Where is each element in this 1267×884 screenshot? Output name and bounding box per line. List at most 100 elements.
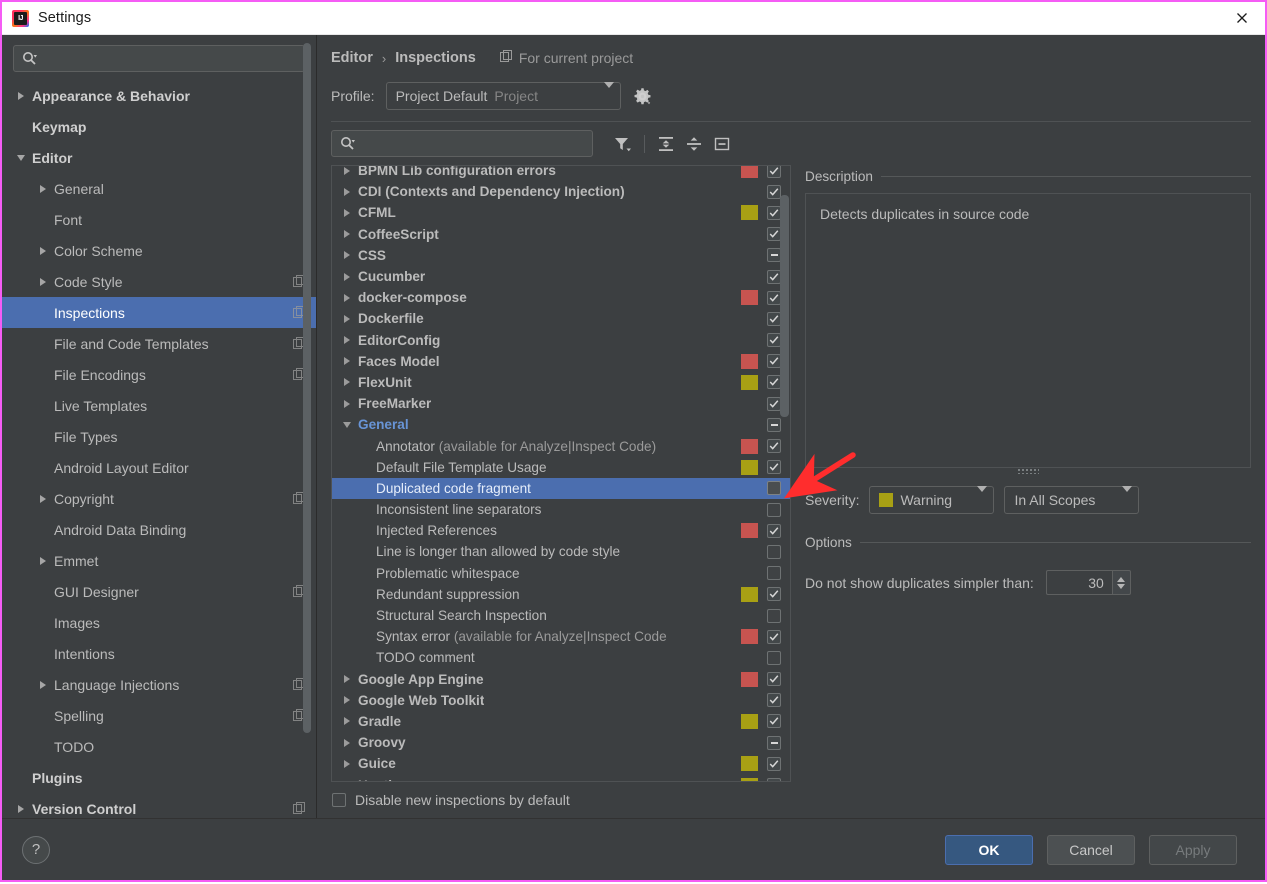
row-checkbox[interactable] xyxy=(767,227,781,242)
tree-row[interactable]: Dockerfile xyxy=(332,308,790,329)
sidebar-item-file-types[interactable]: File Types xyxy=(2,421,316,452)
sidebar-item-keymap[interactable]: Keymap xyxy=(2,111,316,142)
sidebar-item-copyright[interactable]: Copyright xyxy=(2,483,316,514)
disable-new-inspections-checkbox[interactable] xyxy=(332,793,346,807)
chevron-right-icon[interactable] xyxy=(340,187,354,196)
tree-row[interactable]: Problematic whitespace xyxy=(332,563,790,584)
tree-row[interactable]: CoffeeScript xyxy=(332,224,790,245)
chevron-right-icon[interactable] xyxy=(340,208,354,217)
chevron-right-icon[interactable] xyxy=(340,251,354,260)
tree-row[interactable]: FreeMarker xyxy=(332,393,790,414)
row-checkbox[interactable] xyxy=(767,756,781,771)
tree-row[interactable]: Google App Engine xyxy=(332,669,790,690)
tree-row[interactable]: CDI (Contexts and Dependency Injection) xyxy=(332,181,790,202)
chevron-right-icon[interactable] xyxy=(340,781,354,782)
inspections-tree[interactable]: BPMN Lib configuration errors CDI (Contex… xyxy=(331,165,791,782)
chevron-right-icon[interactable] xyxy=(340,759,354,768)
tree-row[interactable]: General xyxy=(332,414,790,435)
row-checkbox[interactable] xyxy=(767,481,781,496)
sidebar-item-plugins[interactable]: Plugins xyxy=(2,762,316,793)
tree-row[interactable]: Line is longer than allowed by code styl… xyxy=(332,541,790,562)
tree-row[interactable]: Hosting xyxy=(332,774,790,782)
sidebar-scrollbar[interactable] xyxy=(303,35,311,818)
row-checkbox[interactable] xyxy=(767,629,781,644)
tree-row[interactable]: EditorConfig xyxy=(332,330,790,351)
row-checkbox[interactable] xyxy=(767,587,781,602)
tree-row[interactable]: Groovy xyxy=(332,732,790,753)
stepper-buttons[interactable] xyxy=(1111,570,1131,595)
close-icon[interactable] xyxy=(1219,2,1265,35)
tree-row[interactable]: FlexUnit xyxy=(332,372,790,393)
row-checkbox[interactable] xyxy=(767,269,781,284)
tree-row[interactable]: Injected References xyxy=(332,520,790,541)
chevron-right-icon[interactable] xyxy=(340,378,354,387)
chevron-right-icon[interactable] xyxy=(340,314,354,323)
collapse-all-icon[interactable] xyxy=(680,131,708,157)
chevron-right-icon[interactable] xyxy=(340,293,354,302)
chevron-right-icon[interactable] xyxy=(340,272,354,281)
ok-button[interactable]: OK xyxy=(945,834,1033,865)
row-checkbox[interactable] xyxy=(767,248,781,263)
row-checkbox[interactable] xyxy=(767,714,781,729)
reset-box-icon[interactable] xyxy=(708,131,736,157)
tree-row[interactable]: Duplicated code fragment xyxy=(332,477,790,499)
sidebar-item-general[interactable]: General xyxy=(2,173,316,204)
resize-grip-handle[interactable] xyxy=(1017,468,1039,474)
sidebar-item-android-data-binding[interactable]: Android Data Binding xyxy=(2,514,316,545)
filter-icon[interactable] xyxy=(609,131,637,157)
stepper-down-icon[interactable] xyxy=(1117,583,1126,589)
row-checkbox[interactable] xyxy=(767,672,781,687)
chevron-down-icon[interactable] xyxy=(340,421,354,428)
sidebar-item-intentions[interactable]: Intentions xyxy=(2,638,316,669)
sidebar-item-gui-designer[interactable]: GUI Designer xyxy=(2,576,316,607)
sidebar-item-inspections[interactable]: Inspections xyxy=(2,297,316,328)
sidebar-item-editor[interactable]: Editor xyxy=(2,142,316,173)
row-checkbox[interactable] xyxy=(767,778,781,781)
row-checkbox[interactable] xyxy=(767,354,781,369)
tree-row[interactable]: TODO comment xyxy=(332,647,790,668)
sidebar-item-emmet[interactable]: Emmet xyxy=(2,545,316,576)
row-checkbox[interactable] xyxy=(767,205,781,220)
expand-all-icon[interactable] xyxy=(652,131,680,157)
row-checkbox[interactable] xyxy=(767,544,781,559)
sidebar-item-file-and-code-templates[interactable]: File and Code Templates xyxy=(2,328,316,359)
chevron-right-icon[interactable] xyxy=(340,357,354,366)
severity-select[interactable]: Warning xyxy=(869,486,995,514)
chevron-right-icon[interactable] xyxy=(340,230,354,239)
breadcrumb-parent[interactable]: Editor xyxy=(331,50,373,66)
sidebar-item-android-layout-editor[interactable]: Android Layout Editor xyxy=(2,452,316,483)
inspections-search-input[interactable] xyxy=(331,130,593,157)
tree-row[interactable]: docker-compose xyxy=(332,287,790,308)
duplicates-simpler-than-stepper[interactable]: 30 xyxy=(1045,570,1131,595)
row-checkbox[interactable] xyxy=(767,396,781,411)
row-checkbox[interactable] xyxy=(767,311,781,326)
tree-row[interactable]: CFML xyxy=(332,202,790,223)
row-checkbox[interactable] xyxy=(767,166,781,178)
tree-row[interactable]: Structural Search Inspection xyxy=(332,605,790,626)
help-button[interactable]: ? xyxy=(22,835,50,864)
sidebar-item-color-scheme[interactable]: Color Scheme xyxy=(2,235,316,266)
chevron-right-icon[interactable] xyxy=(340,336,354,345)
chevron-right-icon[interactable] xyxy=(340,166,354,175)
sidebar-item-appearance-behavior[interactable]: Appearance & Behavior xyxy=(2,80,316,111)
inspections-tree-scrollbar[interactable] xyxy=(780,167,789,780)
tree-row[interactable]: Redundant suppression xyxy=(332,584,790,605)
tree-row[interactable]: Gradle xyxy=(332,711,790,732)
sidebar-item-live-templates[interactable]: Live Templates xyxy=(2,390,316,421)
sidebar-item-language-injections[interactable]: Language Injections xyxy=(2,669,316,700)
profile-select[interactable]: Project Default Project xyxy=(385,82,621,110)
row-checkbox[interactable] xyxy=(767,735,781,750)
row-checkbox[interactable] xyxy=(767,375,781,390)
chevron-right-icon[interactable] xyxy=(340,399,354,408)
chevron-right-icon[interactable] xyxy=(340,738,354,747)
row-checkbox[interactable] xyxy=(767,417,781,432)
tree-row[interactable]: Inconsistent line separators xyxy=(332,499,790,520)
sidebar-item-file-encodings[interactable]: File Encodings xyxy=(2,359,316,390)
duplicates-simpler-than-value[interactable]: 30 xyxy=(1045,570,1112,595)
sidebar-item-code-style[interactable]: Code Style xyxy=(2,266,316,297)
sidebar-item-todo[interactable]: TODO xyxy=(2,731,316,762)
tree-row[interactable]: Cucumber xyxy=(332,266,790,287)
row-checkbox[interactable] xyxy=(767,566,781,581)
row-checkbox[interactable] xyxy=(767,184,781,199)
row-checkbox[interactable] xyxy=(767,523,781,538)
